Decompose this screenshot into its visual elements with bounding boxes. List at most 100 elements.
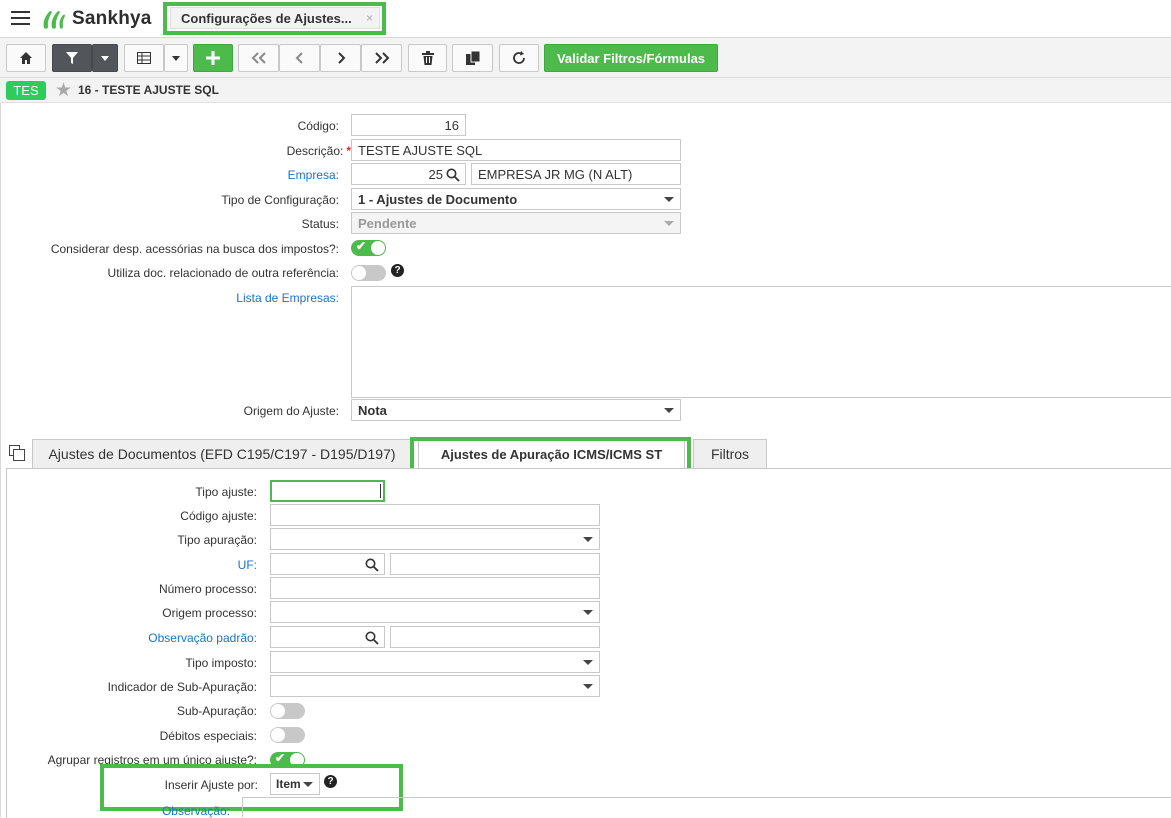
plus-icon [206, 51, 220, 65]
observacao-field-left [242, 797, 243, 817]
delete-button[interactable] [408, 44, 447, 72]
record-bar: TES ★ 16 - TESTE AJUSTE SQL [0, 78, 1171, 103]
tab-filtros[interactable]: Filtros [693, 439, 767, 468]
status-value: Pendente [358, 216, 417, 231]
chevron-down-icon [664, 408, 674, 413]
observacao-field-top[interactable] [242, 797, 1171, 798]
previous-record-button[interactable] [279, 44, 320, 72]
add-button[interactable] [193, 44, 233, 72]
chevron-down-icon [664, 221, 674, 226]
descricao-label-text: Descrição: [286, 144, 344, 158]
menu-icon[interactable] [11, 11, 30, 26]
empresa-code-field[interactable]: 25 [351, 163, 466, 185]
chevron-down-icon [172, 55, 180, 61]
origem-ajuste-value: Nota [358, 403, 387, 418]
check-icon: ✔ [275, 751, 286, 765]
uf-code-field[interactable] [270, 553, 385, 575]
debitos-especiais-toggle[interactable] [270, 727, 305, 743]
chevron-right-icon [337, 52, 345, 64]
sankhya-logo-icon [43, 11, 65, 29]
chevron-left-icon [295, 52, 303, 64]
chevron-down-icon [583, 684, 593, 689]
considerar-toggle[interactable]: ✔ [351, 239, 386, 256]
next-record-button[interactable] [320, 44, 361, 72]
descricao-label: Descrição: * [287, 144, 351, 158]
record-badge: TES [6, 81, 46, 100]
codigo-ajuste-label: Código ajuste: [180, 509, 257, 523]
origem-ajuste-select[interactable]: Nota [351, 399, 681, 421]
sub-apuracao-toggle[interactable] [270, 703, 305, 719]
filter-icon [66, 52, 78, 64]
status-label: Status: [301, 217, 339, 231]
text-cursor [380, 484, 381, 498]
double-chevron-left-icon [251, 52, 266, 64]
numero-processo-field[interactable] [270, 577, 600, 599]
tipo-apuracao-select[interactable] [270, 528, 600, 550]
debitos-especiais-label: Débitos especiais: [159, 729, 257, 743]
chevron-down-icon [583, 660, 593, 665]
toggle-knob [271, 728, 285, 742]
numero-processo-label: Número processo: [158, 582, 257, 596]
descricao-field[interactable]: TESTE AJUSTE SQL [351, 139, 681, 161]
codigo-label: Código: [297, 119, 339, 133]
grid-dropdown-button[interactable] [164, 44, 188, 72]
origem-ajuste-label: Origem do Ajuste: [243, 404, 339, 418]
first-record-button[interactable] [238, 44, 279, 72]
last-record-button[interactable] [361, 44, 402, 72]
observacao-padrao-name-field[interactable] [390, 626, 600, 648]
highlight-box-window-tab [163, 2, 386, 35]
origem-processo-label: Origem processo: [162, 606, 257, 620]
tipo-configuracao-value: 1 - Ajustes de Documento [358, 192, 518, 207]
utiliza-doc-label: Utiliza doc. relacionado de outra referê… [107, 266, 339, 280]
refresh-button[interactable] [499, 44, 539, 72]
validate-filters-button[interactable]: Validar Filtros/Fórmulas [544, 44, 718, 72]
duplicate-button[interactable] [452, 44, 493, 72]
uf-label[interactable]: UF: [238, 558, 257, 572]
sankhya-logo[interactable]: Sankhya [41, 7, 152, 31]
lista-empresas-field[interactable] [351, 286, 1171, 398]
home-button[interactable] [6, 44, 46, 72]
codigo-ajuste-field[interactable] [270, 504, 600, 526]
tipo-ajuste-field[interactable] [270, 480, 385, 502]
toggle-knob [371, 241, 385, 255]
grid-view-button[interactable] [124, 44, 164, 72]
indicador-sub-select[interactable] [270, 675, 600, 697]
sub-apuracao-label: Sub-Apuração: [176, 704, 257, 718]
toggle-knob [271, 704, 285, 718]
check-icon: ✔ [356, 239, 367, 253]
chevron-down-icon [664, 197, 674, 202]
record-title: 16 - TESTE AJUSTE SQL [78, 83, 219, 97]
grid-icon [137, 52, 151, 64]
star-icon[interactable]: ★ [55, 79, 72, 102]
uf-name-field[interactable] [390, 553, 600, 575]
search-icon[interactable] [365, 558, 379, 572]
tipo-configuracao-select[interactable]: 1 - Ajustes de Documento [351, 188, 681, 210]
empresa-label[interactable]: Empresa: [288, 168, 339, 182]
double-chevron-right-icon [374, 52, 389, 64]
help-icon[interactable]: ? [391, 264, 404, 277]
observacao-padrao-label[interactable]: Observação padrão: [148, 631, 257, 645]
tipo-configuracao-label: Tipo de Configuração: [221, 193, 339, 207]
status-select: Pendente [351, 212, 681, 234]
trash-icon [421, 51, 434, 65]
refresh-icon [513, 51, 525, 64]
filter-dropdown-button[interactable] [92, 44, 118, 72]
utiliza-doc-toggle[interactable] [351, 265, 386, 281]
tab-ajustes-documentos[interactable]: Ajustes de Documentos (EFD C195/C197 - D… [32, 439, 412, 468]
origem-processo-select[interactable] [270, 601, 600, 623]
toolbar: Validar Filtros/Fórmulas [0, 38, 1171, 78]
observacao-padrao-code-field[interactable] [270, 626, 385, 648]
copy-icon [465, 51, 480, 65]
search-icon[interactable] [365, 631, 379, 645]
tipo-imposto-select[interactable] [270, 651, 600, 673]
observacao-label[interactable]: Observação: [162, 804, 230, 818]
top-bar: Sankhya Configurações de Ajustes... × [0, 0, 1171, 38]
empresa-name-field[interactable]: EMPRESA JR MG (N ALT) [471, 163, 681, 185]
indicador-sub-label: Indicador de Sub-Apuração: [107, 680, 257, 694]
lista-empresas-label[interactable]: Lista de Empresas: [236, 291, 339, 305]
codigo-field[interactable]: 16 [351, 114, 466, 136]
tipo-ajuste-label: Tipo ajuste: [195, 485, 257, 499]
chevron-down-icon [583, 610, 593, 615]
filter-button[interactable] [52, 44, 92, 72]
search-icon[interactable] [446, 168, 460, 182]
